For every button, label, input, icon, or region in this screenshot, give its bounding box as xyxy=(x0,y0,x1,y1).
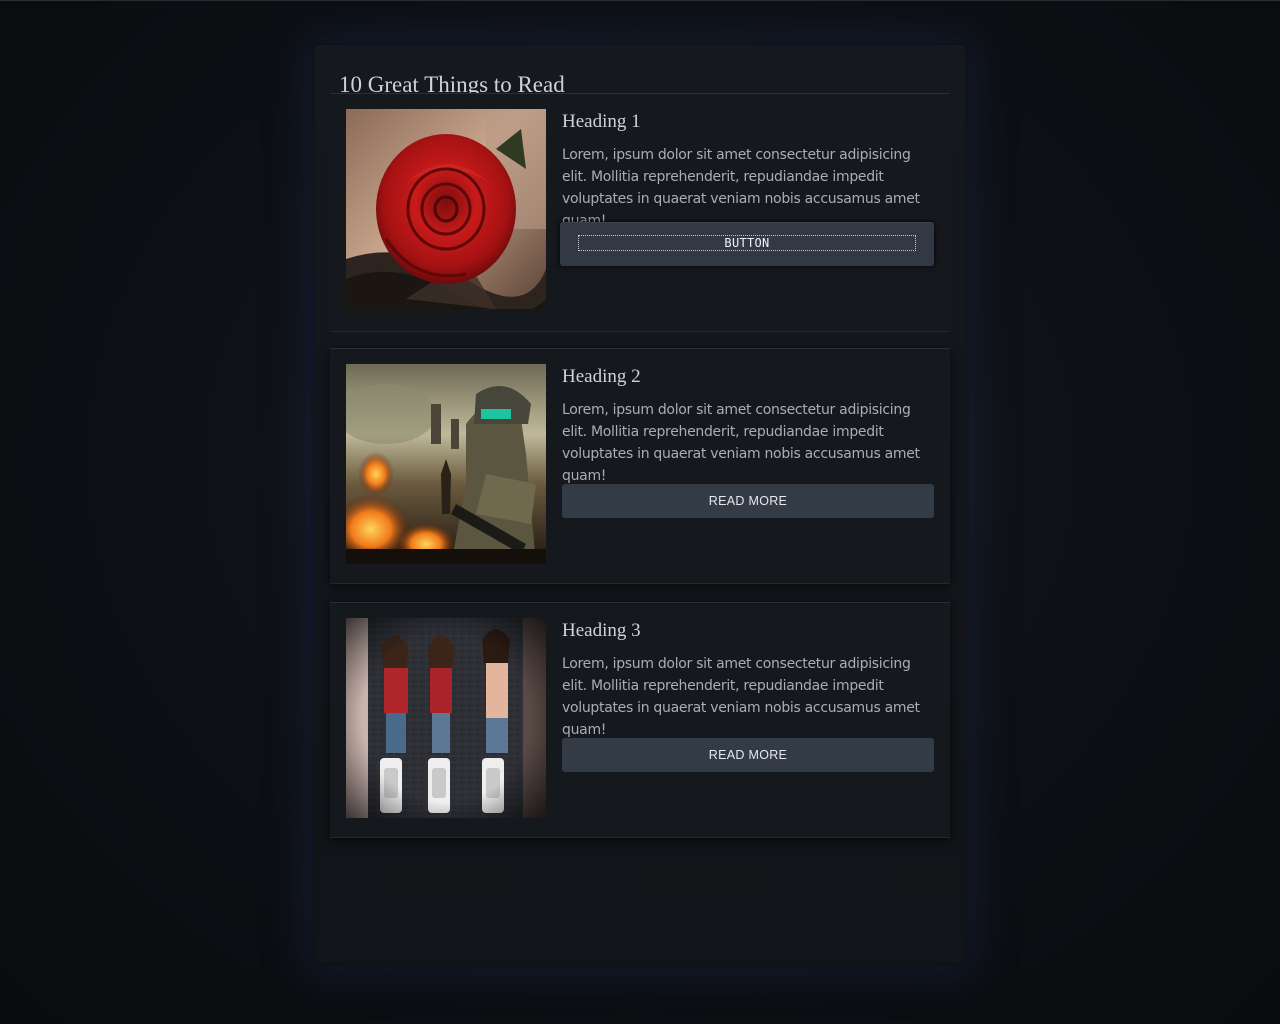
article-card-1: Heading 1 Lorem, ipsum dolor sit amet co… xyxy=(330,94,950,332)
read-more-button[interactable]: READ MORE xyxy=(562,738,934,772)
card-image-mural xyxy=(346,618,546,818)
card-heading: Heading 2 xyxy=(562,366,641,387)
card-body-text: Lorem, ipsum dolor sit amet consectetur … xyxy=(562,147,920,229)
card-image-rose xyxy=(346,109,546,309)
article-card-2: Heading 2 Lorem, ipsum dolor sit amet co… xyxy=(330,348,950,584)
article-list-panel: 10 Great Things to Read Heading 1 Lorem,… xyxy=(315,45,965,963)
card-body-text: Lorem, ipsum dolor sit amet consectetur … xyxy=(562,656,920,738)
card-1-button[interactable]: BUTTON xyxy=(560,222,934,266)
button-label: BUTTON xyxy=(578,235,916,251)
read-more-button[interactable]: READ MORE xyxy=(562,484,934,518)
card-heading: Heading 3 xyxy=(562,620,641,641)
top-border xyxy=(0,0,1280,1)
card-heading: Heading 1 xyxy=(562,111,641,132)
article-card-3: Heading 3 Lorem, ipsum dolor sit amet co… xyxy=(330,602,950,838)
card-image-soldier xyxy=(346,364,546,564)
card-body-text: Lorem, ipsum dolor sit amet consectetur … xyxy=(562,402,920,484)
